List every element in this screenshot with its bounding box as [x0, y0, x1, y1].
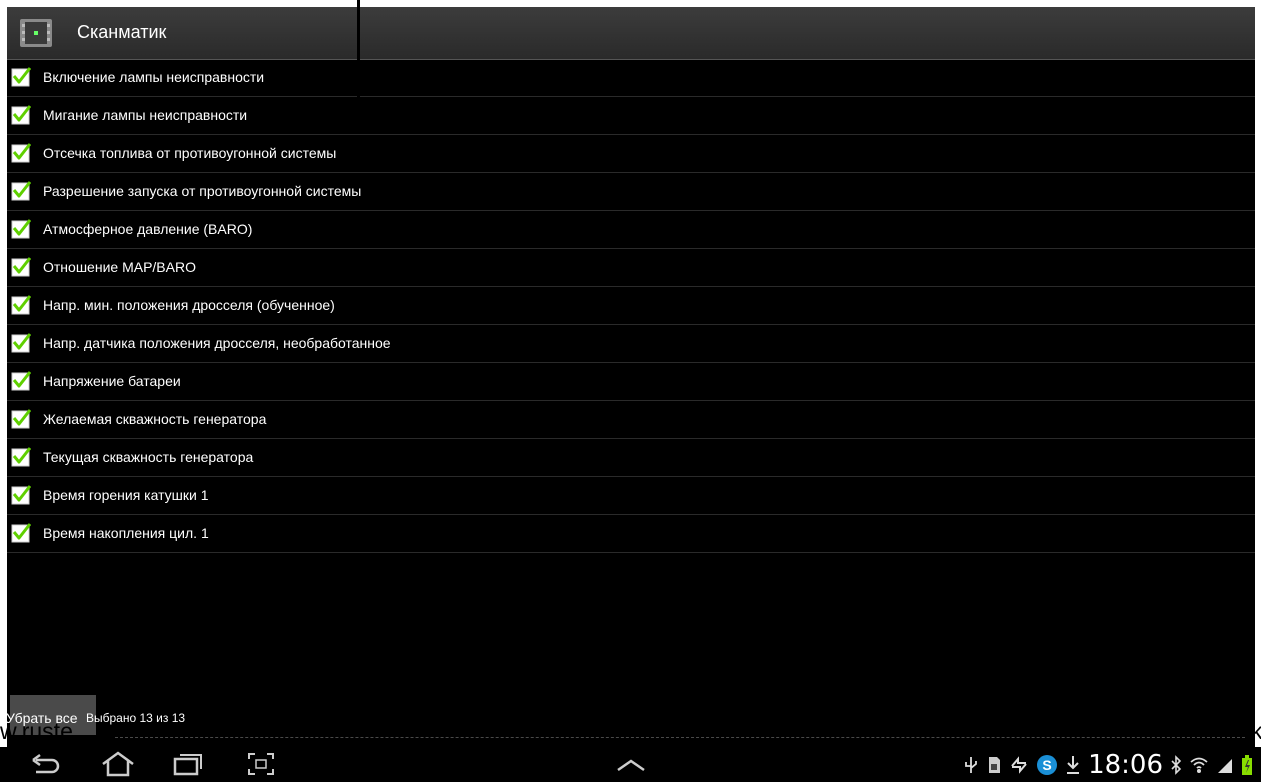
list-item[interactable]: Включение лампы неисправности	[7, 59, 1255, 97]
list-item-label: Отношение MAP/BARO	[43, 259, 196, 275]
list-item-label: Включение лампы неисправности	[43, 69, 265, 85]
list-item[interactable]: Текущая скважность генератора	[7, 439, 1255, 477]
checkbox-checked-icon[interactable]	[11, 105, 31, 125]
recent-apps-icon[interactable]	[172, 750, 204, 778]
checkbox-checked-icon[interactable]	[11, 295, 31, 315]
list-item[interactable]: Напр. датчика положения дросселя, необра…	[7, 325, 1255, 363]
list-item[interactable]: Отсечка топлива от противоугонной систем…	[7, 135, 1255, 173]
overlay-text-left: w.ruste	[0, 718, 73, 744]
checkbox-checked-icon[interactable]	[11, 219, 31, 239]
checkbox-checked-icon[interactable]	[11, 67, 31, 87]
overlay-text-right: k	[1251, 718, 1261, 744]
status-bar: S 18:06	[963, 747, 1253, 782]
back-icon[interactable]	[30, 750, 62, 778]
home-icon[interactable]	[100, 750, 136, 778]
parameter-list: Включение лампы неисправности Мигание лам…	[7, 59, 1255, 553]
signal-icon	[1218, 758, 1232, 773]
screenshot-frame: Сканматик Включение лампы неисправности М…	[0, 0, 1261, 782]
action-bar: Сканматик	[7, 7, 1255, 60]
sync-icon	[1011, 755, 1027, 774]
list-item-label: Разрешение запуска от противоугонной сис…	[43, 183, 362, 199]
checkbox-checked-icon[interactable]	[11, 143, 31, 163]
list-item[interactable]: Время накопления цил. 1	[7, 515, 1255, 553]
bluetooth-icon	[1171, 754, 1182, 775]
list-item[interactable]: Разрешение запуска от противоугонной сис…	[7, 173, 1255, 211]
skype-icon: S	[1037, 754, 1058, 775]
app-icon[interactable]	[19, 16, 53, 50]
list-item-label: Время накопления цил. 1	[43, 525, 209, 541]
list-item-label: Атмосферное давление (BARO)	[43, 221, 253, 237]
checkbox-checked-icon[interactable]	[11, 485, 31, 505]
app-title: Сканматик	[77, 22, 167, 42]
svg-text:S: S	[1042, 757, 1051, 773]
overlay-pointer-line	[357, 0, 360, 110]
list-item-label: Время горения катушки 1	[43, 487, 209, 503]
list-item[interactable]: Напряжение батареи	[7, 363, 1255, 401]
checkbox-checked-icon[interactable]	[11, 181, 31, 201]
list-item-label: Текущая скважность генератора	[43, 449, 254, 465]
list-item-label: Напр. датчика положения дросселя, необра…	[43, 335, 391, 351]
app-screen: Сканматик Включение лампы неисправности М…	[7, 7, 1255, 747]
checkbox-checked-icon[interactable]	[11, 257, 31, 277]
list-item[interactable]: Желаемая скважность генератора	[7, 401, 1255, 439]
sd-card-icon	[989, 756, 1001, 773]
list-item[interactable]: Атмосферное давление (BARO)	[7, 211, 1255, 249]
system-nav-bar: S 18:06	[0, 747, 1261, 782]
list-item[interactable]: Мигание лампы неисправности	[7, 97, 1255, 135]
checkbox-checked-icon[interactable]	[11, 447, 31, 467]
checkbox-checked-icon[interactable]	[11, 523, 31, 543]
list-item[interactable]: Время горения катушки 1	[7, 477, 1255, 515]
list-item-label: Мигание лампы неисправности	[43, 107, 248, 123]
list-item-label: Желаемая скважность генератора	[43, 411, 267, 427]
up-chevron-icon[interactable]	[614, 750, 648, 778]
wifi-icon	[1190, 757, 1208, 773]
selected-count: Выбрано 13 из 13	[86, 711, 186, 725]
usb-icon	[965, 756, 977, 773]
list-item-label: Отсечка топлива от противоугонной систем…	[43, 145, 337, 161]
screenshot-icon[interactable]	[245, 750, 277, 778]
checkbox-checked-icon[interactable]	[11, 371, 31, 391]
checkbox-checked-icon[interactable]	[11, 409, 31, 429]
overlay-dashed-line	[115, 737, 1245, 738]
checkbox-checked-icon[interactable]	[11, 333, 31, 353]
clock: 18:06	[1088, 749, 1163, 780]
download-icon	[1067, 755, 1080, 774]
list-item[interactable]: Напр. мин. положения дросселя (обученное…	[7, 287, 1255, 325]
list-item[interactable]: Отношение MAP/BARO	[7, 249, 1255, 287]
battery-icon	[1242, 754, 1252, 775]
list-item-label: Напр. мин. положения дросселя (обученное…	[43, 297, 335, 313]
list-item-label: Напряжение батареи	[43, 373, 181, 389]
